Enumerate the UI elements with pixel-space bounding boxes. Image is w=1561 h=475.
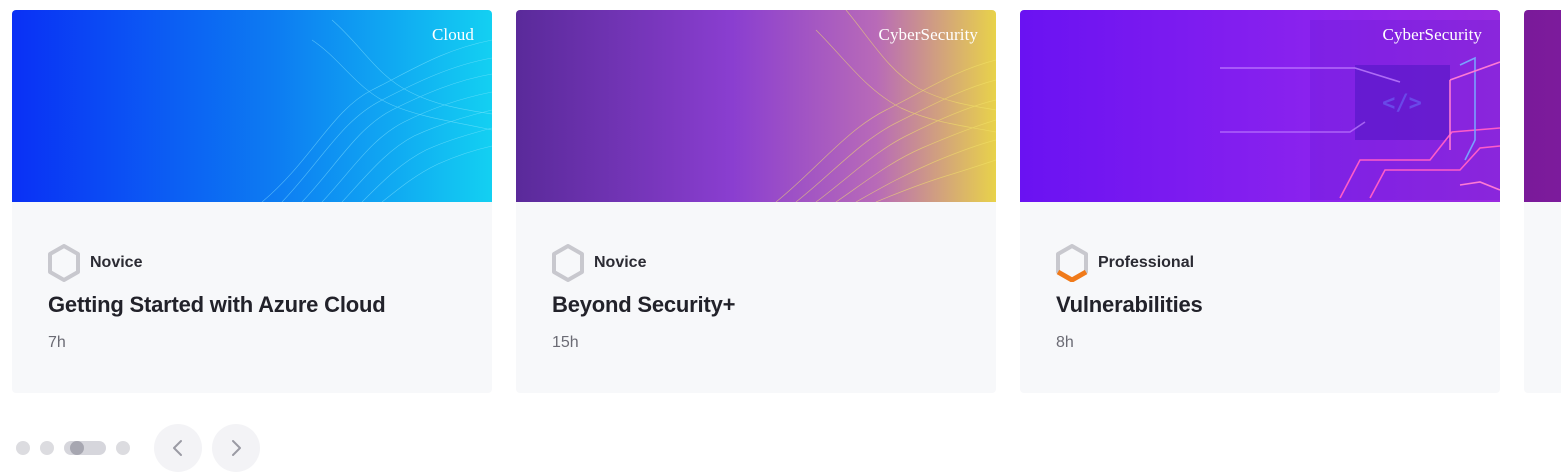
level-row: Professional (1056, 244, 1476, 283)
card-body: Novice Beyond Security+ 15h (552, 244, 972, 352)
card-body: Professional Vulnerabilities 8h (1056, 244, 1476, 352)
course-card-azure[interactable]: Cloud Novice Getting Started with Azure … (12, 10, 492, 393)
category-tag: Cloud (431, 25, 474, 44)
svg-text:</>: </> (1382, 91, 1422, 116)
course-title: Beyond Security+ (552, 292, 736, 317)
carousel-next-button[interactable] (212, 424, 260, 472)
course-duration: 15h (552, 334, 579, 351)
card-banner (1524, 10, 1561, 202)
banner-wave-graphic (12, 10, 492, 202)
course-card-partial[interactable] (1524, 10, 1561, 393)
pagination-dot[interactable] (16, 441, 30, 455)
level-label: Novice (594, 254, 647, 271)
course-title: Vulnerabilities (1056, 292, 1203, 317)
card-body: Novice Getting Started with Azure Cloud … (48, 244, 468, 352)
pagination-dot[interactable] (116, 441, 130, 455)
hexagon-outline-icon (552, 244, 584, 282)
carousel-prev-button[interactable] (154, 424, 202, 472)
hexagon-outline-icon (48, 244, 80, 282)
level-label: Novice (90, 254, 143, 271)
hexagon-half-filled-icon (1056, 244, 1088, 283)
course-title: Getting Started with Azure Cloud (48, 292, 386, 317)
course-card-vulnerabilities[interactable]: </> CyberSecurity Professional Vulnerabi… (1020, 10, 1500, 393)
level-row: Novice (552, 244, 972, 282)
level-label: Professional (1098, 254, 1195, 271)
chevron-right-icon (232, 440, 241, 456)
course-duration: 8h (1056, 334, 1074, 351)
card-banner: </> CyberSecurity (1020, 10, 1500, 202)
chevron-left-icon (173, 440, 182, 456)
course-carousel: Cloud Novice Getting Started with Azure … (0, 0, 1561, 475)
carousel-pagination (16, 440, 140, 456)
pagination-dot[interactable] (40, 441, 54, 455)
card-banner: Cloud (12, 10, 492, 202)
category-tag: CyberSecurity (878, 25, 978, 44)
level-row: Novice (48, 244, 468, 282)
category-tag: CyberSecurity (1382, 25, 1482, 44)
course-duration: 7h (48, 334, 66, 351)
course-card-security-plus[interactable]: CyberSecurity Novice Beyond Security+ 15… (516, 10, 996, 393)
card-banner: CyberSecurity (516, 10, 996, 202)
carousel-track: Cloud Novice Getting Started with Azure … (12, 10, 1561, 393)
pagination-dot-active[interactable] (64, 441, 106, 455)
